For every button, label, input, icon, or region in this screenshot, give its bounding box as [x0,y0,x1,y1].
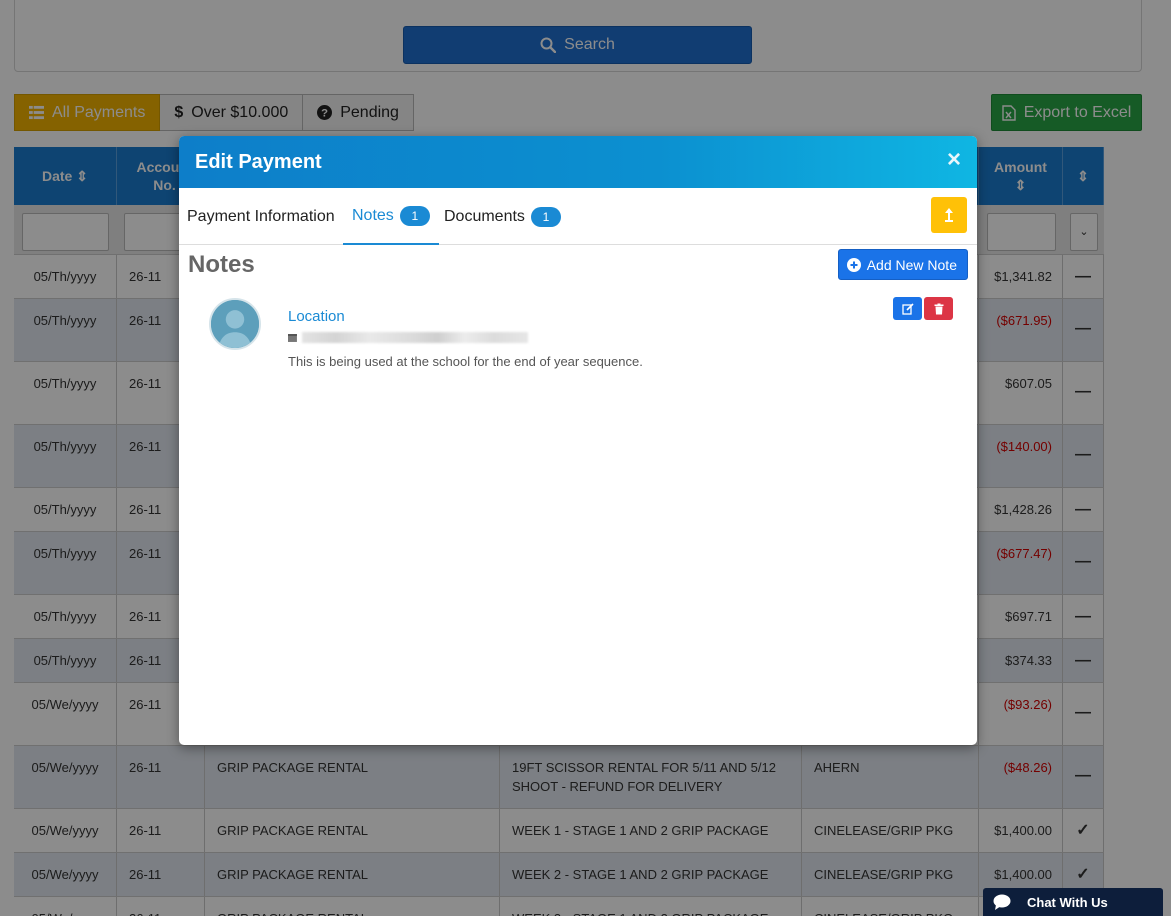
modal-title: Edit Payment [195,151,322,173]
notes-count-badge: 1 [399,205,430,226]
edit-note-button[interactable] [893,297,922,320]
edit-icon [901,302,914,315]
tab-documents-label: Documents [444,207,525,225]
close-icon[interactable]: × [947,148,961,172]
calendar-icon [288,333,297,342]
plus-circle-icon [846,257,861,272]
chat-bubble-icon [993,894,1011,910]
note-date [288,330,528,344]
upload-button[interactable] [931,197,967,233]
modal-header: Edit Payment × [179,136,977,188]
chat-label: Chat With Us [1027,894,1108,910]
trash-icon [934,303,943,314]
tab-notes-label: Notes [352,206,394,224]
note-title-link[interactable]: Location [288,308,345,325]
user-silhouette-icon [211,300,259,348]
tab-notes[interactable]: Notes 1 [343,188,439,245]
tab-payment-information[interactable]: Payment Information [187,188,335,245]
tab-payment-information-label: Payment Information [187,207,335,225]
notes-heading: Notes [188,251,255,278]
delete-note-button[interactable] [924,297,953,320]
documents-count-badge: 1 [530,206,561,227]
edit-payment-modal: Edit Payment × Payment Information Notes… [179,136,977,745]
upload-arrow-icon [945,208,953,222]
add-new-note-label: Add New Note [866,256,957,273]
note-text: This is being used at the school for the… [288,354,643,369]
chat-widget[interactable]: Chat With Us [983,888,1163,916]
avatar [209,298,261,350]
add-new-note-button[interactable]: Add New Note [837,249,968,280]
note-date-value [301,331,528,343]
tab-documents[interactable]: Documents 1 [444,188,561,245]
modal-tabs: Payment Information Notes 1 Documents 1 [179,188,977,245]
